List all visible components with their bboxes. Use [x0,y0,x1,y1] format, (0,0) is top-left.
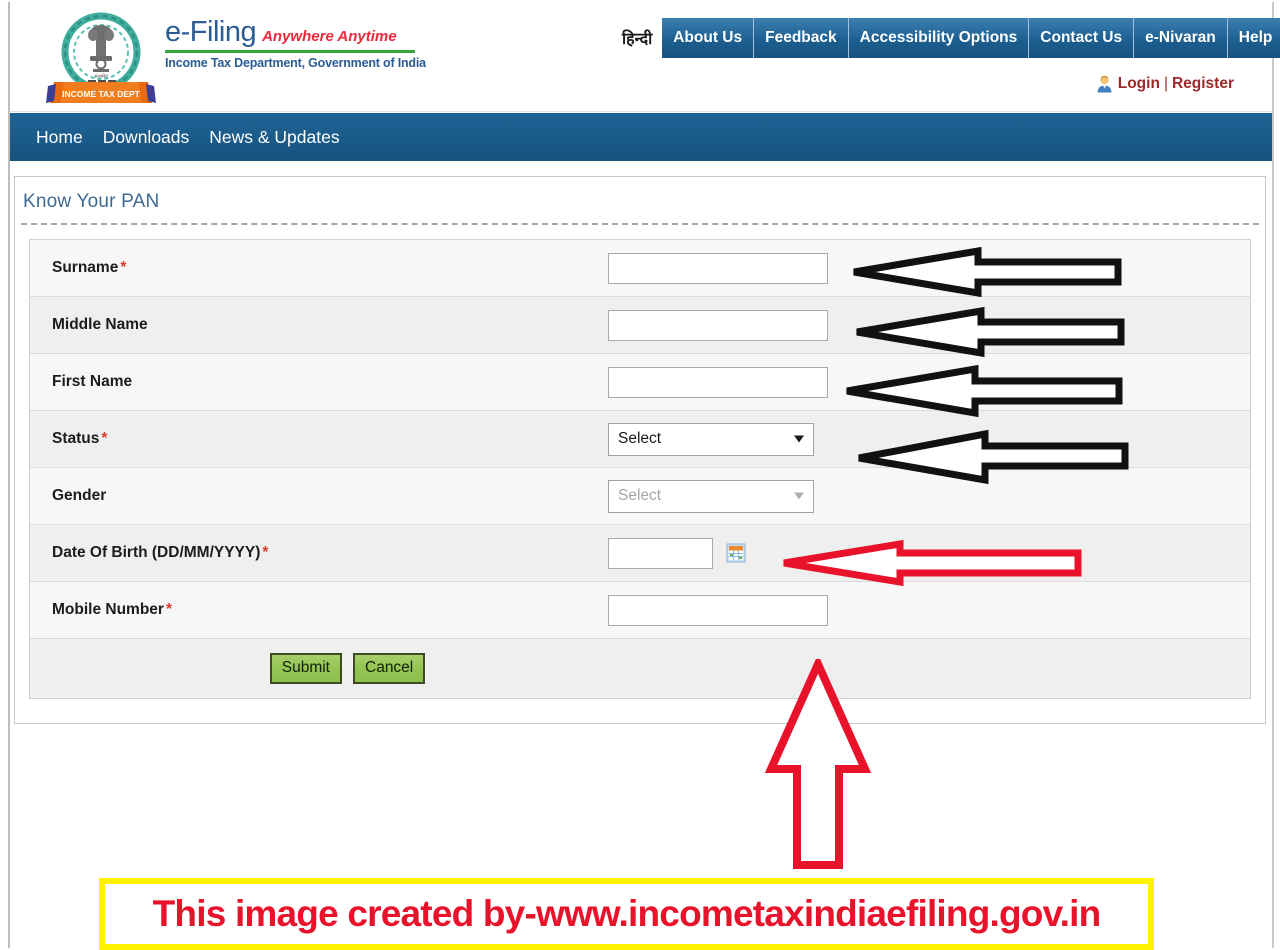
top-nav-e-nivaran[interactable]: e-Nivaran [1134,18,1228,58]
gender-select-value: Select [618,487,662,504]
watermark-banner: This image created by-www.incometaxindia… [99,878,1154,950]
watermark-banner-text: This image created by-www.incometaxindia… [152,893,1102,934]
label-status: Status * [30,430,608,448]
surname-input[interactable] [608,252,828,284]
page-title: Know Your PAN [23,191,160,212]
control-first-name [608,366,1250,398]
know-your-pan-panel: Know Your PAN Surname * Middle Name First… [14,176,1266,724]
form-actions: Submit Cancel [30,653,1250,684]
form-row-gender: Gender Select [30,468,1250,525]
top-nav-contact-us[interactable]: Contact Us [1029,18,1135,58]
user-avatar-icon [1095,74,1114,93]
form-row-mobile-number: Mobile Number * [30,582,1250,639]
chevron-down-icon [794,435,804,443]
label-surname: Surname * [30,259,608,277]
control-status: Select [608,422,1250,456]
income-tax-emblem-icon: सत्यमेव INCOME TAX DEPT [40,6,162,110]
form-row-first-name: First Name [30,354,1250,411]
required-marker-surname: * [120,259,127,276]
submit-button[interactable]: Submit [269,653,342,684]
label-first-name: First Name [52,373,133,390]
form-row-status: Status * Select [30,411,1250,468]
login-register-separator: | [1163,74,1168,92]
required-marker-mobile-number: * [165,601,172,618]
know-your-pan-form: Surname * Middle Name First Name Status * [29,239,1251,699]
required-marker-date-of-birth: * [262,544,269,561]
nav-item-news-and-updates[interactable]: News & Updates [209,127,339,148]
calendar-icon[interactable] [726,543,746,563]
brand-divider [165,50,415,53]
top-nav-feedback[interactable]: Feedback [754,18,849,58]
label-mobile-number-text: Mobile Number [52,601,164,618]
status-select[interactable]: Select [608,422,814,456]
control-date-of-birth [608,537,1250,569]
nav-item-downloads[interactable]: Downloads [103,127,190,148]
control-surname [608,252,1250,284]
language-toggle-hindi[interactable]: हिन्दी [622,18,662,58]
form-row-surname: Surname * [30,240,1250,297]
title-divider [21,223,1259,225]
brand-name: e-Filing [165,16,257,48]
brand-block: e-Filing Anywhere Anytime Income Tax Depa… [165,18,435,70]
label-date-of-birth: Date Of Birth (DD/MM/YYYY) * [30,544,608,562]
chevron-down-icon [794,492,804,500]
control-mobile-number [608,594,1250,626]
nav-item-home[interactable]: Home [36,127,83,148]
gender-select[interactable]: Select [608,479,814,513]
form-row-middle-name: Middle Name [30,297,1250,354]
svg-text:सत्यमेव: सत्यमेव [94,73,108,80]
svg-text:INCOME TAX DEPT: INCOME TAX DEPT [62,89,141,99]
top-nav-accessibility-options[interactable]: Accessibility Options [848,18,1030,58]
label-mobile-number: Mobile Number * [30,601,608,619]
site-header: सत्यमेव INCOME TAX DEPT e-Filing Anywhere… [10,4,1280,112]
form-row-actions: Submit Cancel [30,639,1250,699]
control-gender: Select [608,479,1250,513]
main-navigation-bar: Home Downloads News & Updates [10,113,1272,161]
label-status-text: Status [52,430,100,447]
control-middle-name [608,309,1250,341]
label-middle-name: Middle Name [52,316,148,333]
label-surname-text: Surname [52,259,119,276]
mobile-number-input[interactable] [608,594,828,626]
date-of-birth-input[interactable] [608,537,713,569]
brand-subtitle: Income Tax Department, Government of Ind… [165,56,426,70]
first-name-input[interactable] [608,366,828,398]
top-nav-help[interactable]: Help [1227,18,1280,58]
register-link[interactable]: Register [1172,75,1234,93]
login-link[interactable]: Login [1118,75,1160,93]
top-navigation: हिन्दी About Us Feedback Accessibility O… [622,18,1280,58]
required-marker-status: * [101,430,108,447]
login-register-bar: Login | Register [1095,74,1234,93]
label-gender: Gender [52,487,107,504]
form-row-date-of-birth: Date Of Birth (DD/MM/YYYY) * [30,525,1250,582]
status-select-value: Select [618,430,662,447]
brand-tagline: Anywhere Anytime [262,28,397,45]
cancel-button[interactable]: Cancel [353,653,426,684]
top-nav-about-us[interactable]: About Us [662,18,755,58]
label-date-of-birth-text: Date Of Birth (DD/MM/YYYY) [52,544,261,561]
middle-name-input[interactable] [608,309,828,341]
